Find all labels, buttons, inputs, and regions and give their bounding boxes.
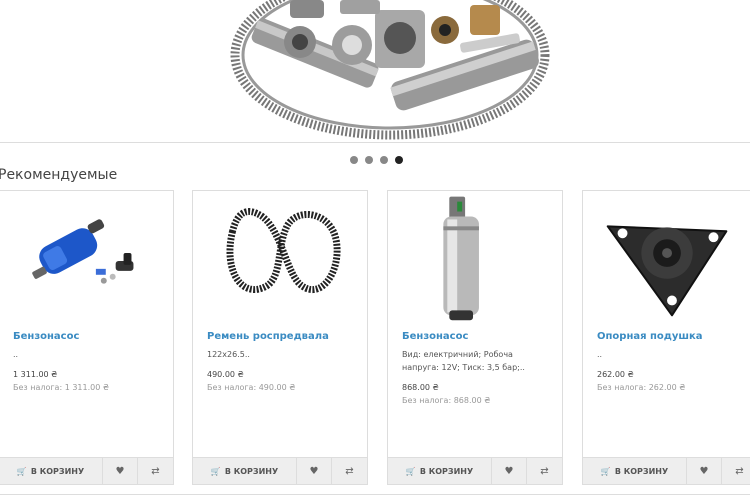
product-price: 1 311.00 ₴: [13, 370, 58, 379]
product-description: ..: [597, 350, 603, 359]
product-actions: 🛒 В КОРЗИНУ ♥ ⇄: [583, 457, 750, 484]
product-actions: 🛒 В КОРЗИНУ ♥ ⇄: [193, 457, 367, 484]
add-to-cart-button[interactable]: 🛒 В КОРЗИНУ: [0, 458, 103, 484]
compare-icon: ⇄: [151, 465, 160, 477]
add-to-cart-button[interactable]: 🛒 В КОРЗИНУ: [388, 458, 492, 484]
wishlist-button[interactable]: ♥: [687, 458, 722, 484]
product-actions: 🛒 В КОРЗИНУ ♥ ⇄: [388, 457, 562, 484]
cart-icon: 🛒: [16, 466, 27, 476]
add-to-cart-label: В КОРЗИНУ: [614, 466, 669, 476]
product-price: 262.00 ₴: [597, 370, 634, 379]
add-to-cart-label: В КОРЗИНУ: [30, 466, 85, 476]
product-name[interactable]: Опорная подушка: [597, 331, 703, 342]
compare-button[interactable]: ⇄: [722, 458, 750, 484]
carousel-dot-3[interactable]: [380, 156, 388, 164]
product-card: Бензонасос Вид: електричний; Робоча напр…: [387, 190, 563, 485]
heart-icon: ♥: [699, 465, 709, 477]
product-description: ..: [13, 350, 19, 359]
compare-icon: ⇄: [345, 465, 354, 477]
heart-icon: ♥: [504, 465, 514, 477]
product-name[interactable]: Бензонасос: [13, 331, 79, 342]
product-description: 122x26.5..: [207, 350, 250, 359]
product-price: 490.00 ₴: [207, 370, 244, 379]
heart-icon: ♥: [115, 465, 125, 477]
cart-icon: 🛒: [210, 466, 221, 476]
wishlist-button[interactable]: ♥: [297, 458, 332, 484]
product-card: Опорная подушка .. 262.00 ₴ Без налога: …: [582, 190, 750, 485]
wishlist-button[interactable]: ♥: [492, 458, 527, 484]
compare-button[interactable]: ⇄: [332, 458, 367, 484]
cart-icon: 🛒: [600, 466, 611, 476]
hero-banner: [0, 0, 750, 143]
product-price-notax: Без налога: 262.00 ₴: [597, 383, 686, 392]
add-to-cart-label: В КОРЗИНУ: [224, 466, 279, 476]
add-to-cart-button[interactable]: 🛒 В КОРЗИНУ: [193, 458, 297, 484]
cart-icon: 🛒: [405, 466, 416, 476]
compare-button[interactable]: ⇄: [138, 458, 173, 484]
product-name[interactable]: Бензонасос: [402, 331, 468, 342]
product-price-notax: Без налога: 1 311.00 ₴: [13, 383, 110, 392]
section-divider: [0, 494, 750, 500]
product-description: Вид: електричний; Робоча напруга: 12V; Т…: [402, 350, 525, 372]
compare-button[interactable]: ⇄: [527, 458, 562, 484]
section-title: Рекомендуемые: [0, 167, 118, 183]
product-name[interactable]: Ремень роспредвала: [207, 331, 329, 342]
product-actions: 🛒 В КОРЗИНУ ♥ ⇄: [0, 457, 173, 484]
compare-icon: ⇄: [540, 465, 549, 477]
heart-icon: ♥: [309, 465, 319, 477]
product-image-fuel-pump[interactable]: [0, 191, 173, 321]
product-price-notax: Без налога: 868.00 ₴: [402, 396, 491, 405]
carousel-dot-4-active[interactable]: [395, 156, 403, 164]
carousel-dot-1[interactable]: [350, 156, 358, 164]
wishlist-button[interactable]: ♥: [103, 458, 138, 484]
carousel-dot-2[interactable]: [365, 156, 373, 164]
product-image-fuel-pump-silver[interactable]: [388, 191, 562, 321]
carousel-pagination: [350, 156, 403, 164]
product-card: Бензонасос .. 1 311.00 ₴ Без налога: 1 3…: [0, 190, 174, 485]
auto-parts-banner-image: [230, 0, 550, 140]
product-image-timing-belt[interactable]: [193, 191, 367, 321]
add-to-cart-button[interactable]: 🛒 В КОРЗИНУ: [583, 458, 687, 484]
product-card: Ремень роспредвала 122x26.5.. 490.00 ₴ Б…: [192, 190, 368, 485]
product-image-strut-mount[interactable]: [583, 191, 750, 321]
compare-icon: ⇄: [735, 465, 744, 477]
add-to-cart-label: В КОРЗИНУ: [419, 466, 474, 476]
product-price-notax: Без налога: 490.00 ₴: [207, 383, 296, 392]
product-price: 868.00 ₴: [402, 383, 439, 392]
